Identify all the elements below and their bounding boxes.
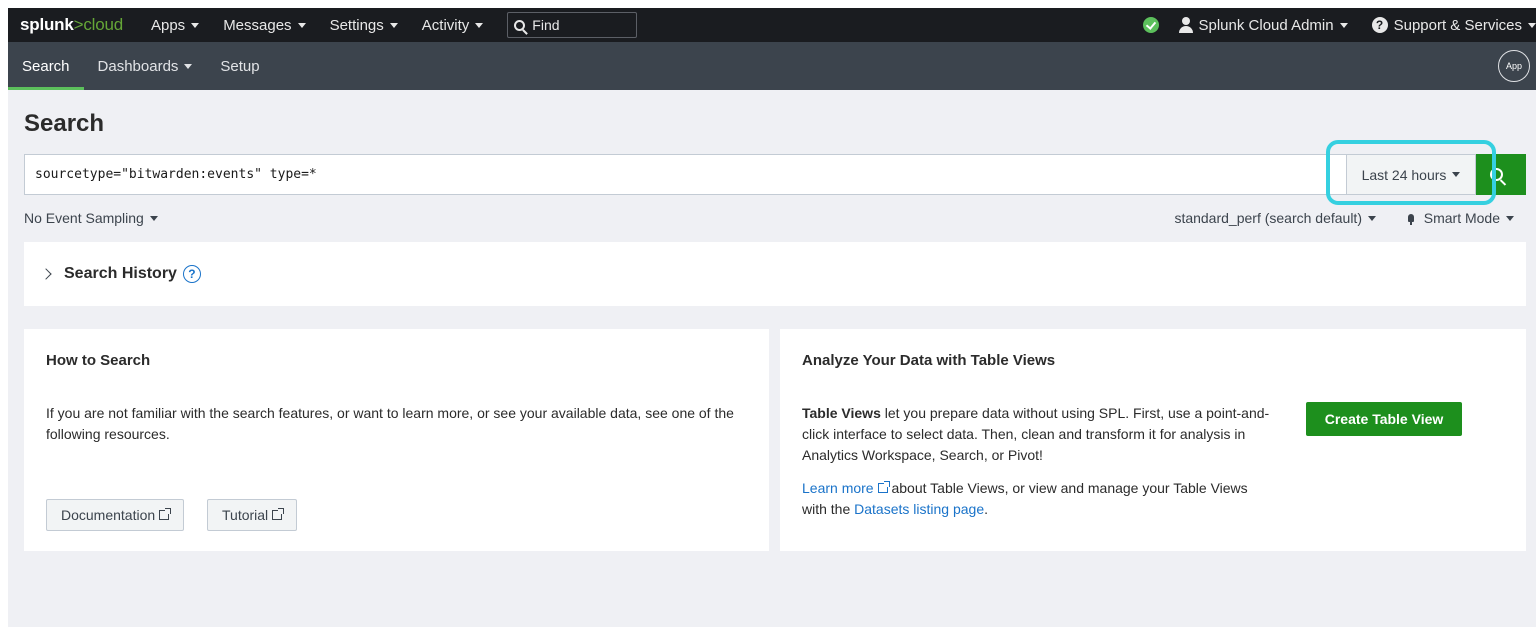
page-title: Search xyxy=(24,110,105,137)
documentation-button[interactable]: Documentation xyxy=(46,499,185,531)
user-menu-label: Splunk Cloud Admin xyxy=(1198,16,1334,34)
documentation-button-label: Documentation xyxy=(61,507,156,523)
search-history-toggle[interactable]: Search History ? xyxy=(24,242,1526,306)
tutorial-button[interactable]: Tutorial xyxy=(207,499,298,531)
app-icon[interactable]: App xyxy=(1498,50,1530,82)
support-menu-label: Support & Services xyxy=(1393,16,1522,34)
activity-menu-label: Activity xyxy=(421,16,470,34)
how-to-search-panel: How to Search If you are not familiar wi… xyxy=(24,329,769,551)
external-link-icon xyxy=(877,481,890,493)
search-mode-dropdown[interactable]: Smart Mode xyxy=(1407,210,1514,226)
settings-menu[interactable]: Settings xyxy=(330,17,398,34)
datasets-listing-link[interactable]: Datasets listing page xyxy=(854,501,984,517)
appnav-search-label: Search xyxy=(22,57,70,75)
topbar-right-group: Splunk Cloud Admin ? Support & Services xyxy=(1142,8,1536,42)
learn-more-label: Learn more xyxy=(802,480,874,496)
help-icon[interactable]: ? xyxy=(182,265,201,283)
chevron-down-icon xyxy=(1339,22,1348,28)
chevron-down-icon xyxy=(1506,215,1514,221)
search-history-label: Search History xyxy=(64,265,177,282)
external-link-icon xyxy=(159,508,172,520)
messages-menu[interactable]: Messages xyxy=(223,16,306,34)
chevron-down-icon xyxy=(475,22,484,28)
search-query-input[interactable]: sourcetype="bitwarden:events" type=* xyxy=(24,154,1346,195)
user-icon xyxy=(1178,17,1193,33)
appnav-dashboards[interactable]: Dashboards xyxy=(84,42,207,90)
search-icon xyxy=(514,19,526,31)
appnav-setup[interactable]: Setup xyxy=(206,42,273,90)
appnav-setup-label: Setup xyxy=(220,57,260,75)
splunk-cloud-logo[interactable]: splunk>cloud xyxy=(20,15,123,35)
external-link-icon xyxy=(272,508,285,520)
workload-pool-label: standard_perf (search default) xyxy=(1174,210,1362,226)
find-placeholder: Find xyxy=(532,17,560,33)
panel-body: Table Views let you prepare data without… xyxy=(802,403,1272,466)
settings-menu-label: Settings xyxy=(329,16,384,34)
chevron-down-icon xyxy=(1368,215,1376,221)
messages-menu-label: Messages xyxy=(223,16,292,34)
apps-menu-label: Apps xyxy=(150,16,186,34)
chevron-right-icon xyxy=(40,268,52,280)
sentence-end: . xyxy=(984,501,988,517)
panel-title: Analyze Your Data with Table Views xyxy=(802,352,1056,369)
table-views-panel: Analyze Your Data with Table Views Table… xyxy=(780,329,1526,551)
panel-body-secondary: Learn more about Table Views, or view an… xyxy=(802,478,1272,520)
learn-more-link[interactable]: Learn more xyxy=(802,480,890,496)
apps-menu[interactable]: Apps xyxy=(150,16,200,34)
chevron-down-icon xyxy=(389,22,398,28)
window-frame-top xyxy=(0,0,1536,8)
search-options-bar: No Event Sampling standard_perf (search … xyxy=(24,210,1514,228)
help-icon: ? xyxy=(1371,17,1388,33)
appnav-dashboards-label: Dashboards xyxy=(97,57,179,75)
support-menu[interactable]: ? Support & Services xyxy=(1371,16,1536,34)
tutorial-button-label: Tutorial xyxy=(222,507,269,523)
workload-pool-dropdown[interactable]: standard_perf (search default) xyxy=(1174,210,1376,226)
activity-menu[interactable]: Activity xyxy=(422,17,484,34)
find-input[interactable]: Find xyxy=(507,12,638,38)
appnav-search[interactable]: Search xyxy=(8,42,84,90)
health-status-icon[interactable] xyxy=(1142,17,1159,33)
window-frame-left xyxy=(0,0,8,627)
chevron-down-icon xyxy=(184,63,193,69)
lightbulb-icon xyxy=(1407,214,1414,225)
panel-title: How to Search xyxy=(46,352,151,369)
event-sampling-label: No Event Sampling xyxy=(24,210,144,226)
chevron-down-icon xyxy=(149,215,158,221)
chevron-down-icon xyxy=(191,22,200,28)
app-navigation-bar: Search Dashboards Setup App xyxy=(8,42,1536,90)
create-table-view-button[interactable]: Create Table View xyxy=(1306,402,1462,436)
top-navigation-bar: splunk>cloud Apps Messages Settings Acti… xyxy=(8,8,1536,42)
event-sampling-dropdown[interactable]: No Event Sampling xyxy=(24,210,158,226)
chevron-down-icon xyxy=(1528,22,1536,28)
highlight-annotation xyxy=(1326,140,1496,205)
table-views-term: Table Views xyxy=(802,405,881,421)
panel-body: If you are not familiar with the search … xyxy=(46,405,734,442)
search-mode-label: Smart Mode xyxy=(1423,210,1500,226)
user-menu[interactable]: Splunk Cloud Admin xyxy=(1178,16,1348,34)
chevron-down-icon xyxy=(297,22,306,28)
